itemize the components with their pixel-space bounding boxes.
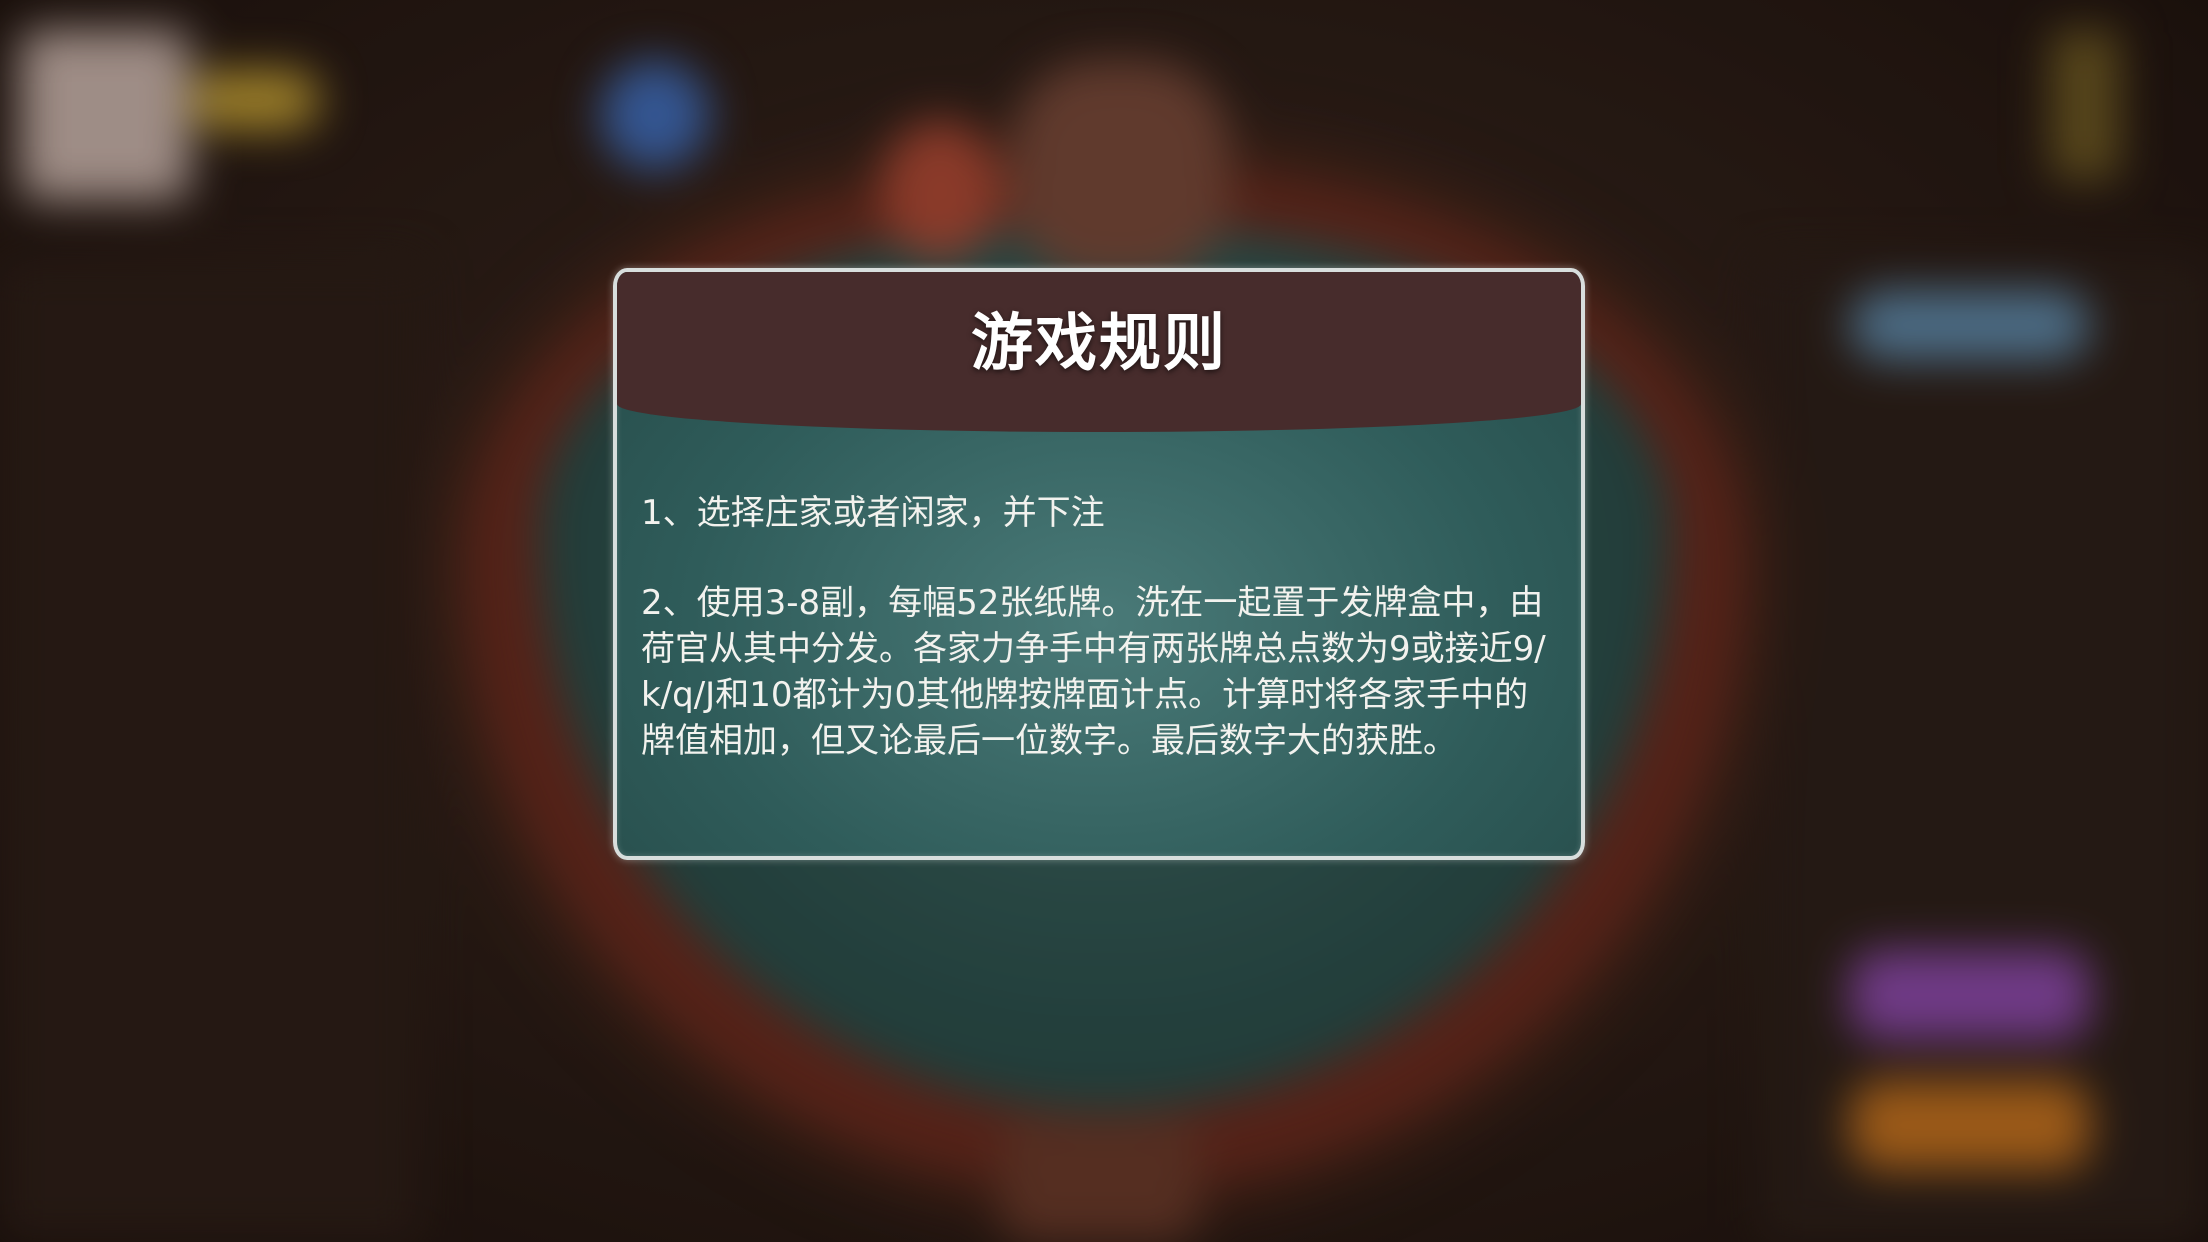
rules-body: 1、选择庄家或者闲家，并下注 2、使用3-8副，每幅52张纸牌。洗在一起置于发牌… xyxy=(641,490,1561,808)
rule-item-2: 2、使用3-8副，每幅52张纸牌。洗在一起置于发牌盒中，由荷官从其中分发。各家力… xyxy=(641,583,1546,761)
dialog-header: 游戏规则 xyxy=(617,272,1581,432)
game-screen: 游戏规则 1、选择庄家或者闲家，并下注 2、使用3-8副，每幅52张纸牌。洗在一… xyxy=(0,0,2208,1242)
dialog-title: 游戏规则 xyxy=(970,306,1227,379)
rule-item-1: 1、选择庄家或者闲家，并下注 xyxy=(641,493,1105,533)
rules-dialog: 游戏规则 1、选择庄家或者闲家，并下注 2、使用3-8副，每幅52张纸牌。洗在一… xyxy=(613,268,1585,860)
